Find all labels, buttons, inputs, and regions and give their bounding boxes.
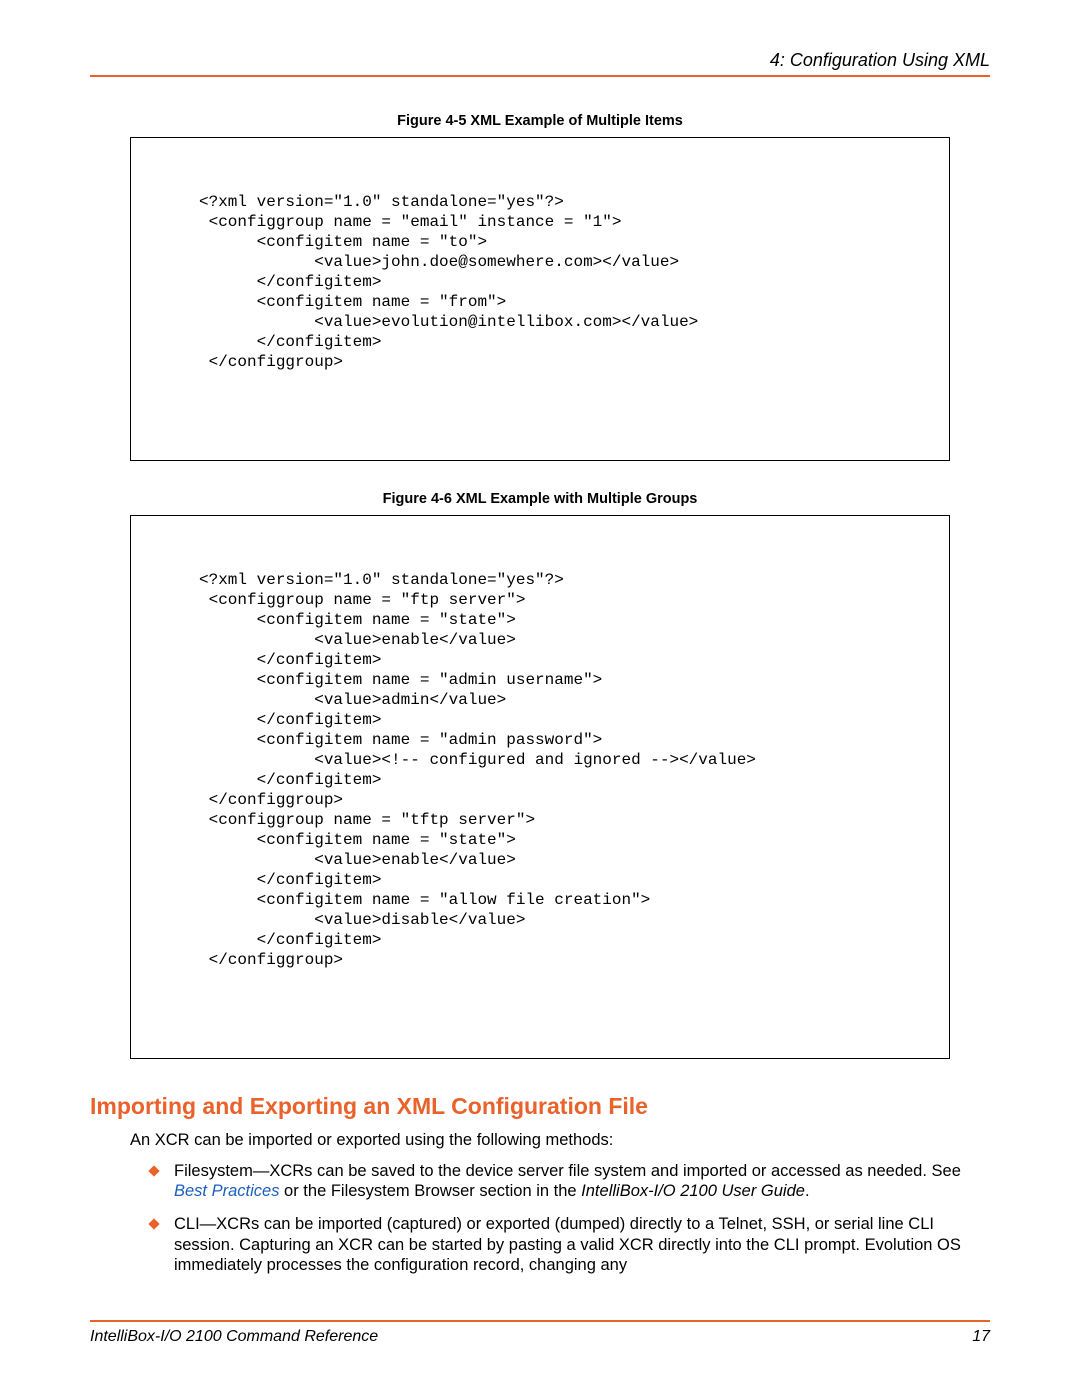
footer-page-number: 17 (972, 1328, 990, 1346)
footer-doc-title: IntelliBox-I/O 2100 Command Reference (90, 1328, 378, 1346)
intro-paragraph: An XCR can be imported or exported using… (130, 1130, 990, 1151)
best-practices-link[interactable]: Best Practices (174, 1182, 279, 1200)
document-page: 4: Configuration Using XML Figure 4-5 XM… (0, 0, 1080, 1386)
bullet2-text: CLI—XCRs can be imported (captured) or e… (174, 1215, 961, 1274)
bullet1-text-b: or the Filesystem Browser section in the (279, 1182, 581, 1200)
list-item: Filesystem—XCRs can be saved to the devi… (150, 1161, 990, 1202)
figure-6-caption: Figure 4-6 XML Example with Multiple Gro… (90, 491, 990, 507)
bullet1-text-c: . (805, 1182, 810, 1200)
methods-list: Filesystem—XCRs can be saved to the devi… (150, 1161, 990, 1276)
section-heading: Importing and Exporting an XML Configura… (90, 1093, 990, 1120)
bullet1-text-a: Filesystem—XCRs can be saved to the devi… (174, 1162, 961, 1180)
list-item: CLI—XCRs can be imported (captured) or e… (150, 1214, 990, 1276)
page-header: 4: Configuration Using XML (90, 50, 990, 77)
figure-6-code-box: <?xml version="1.0" standalone="yes"?> <… (130, 515, 950, 1059)
figure-5-code: <?xml version="1.0" standalone="yes"?> <… (139, 192, 941, 372)
figure-6-code: <?xml version="1.0" standalone="yes"?> <… (139, 570, 941, 970)
figure-5-code-box: <?xml version="1.0" standalone="yes"?> <… (130, 137, 950, 461)
bullet1-em: IntelliBox-I/O 2100 User Guide (581, 1182, 805, 1200)
figure-5-caption: Figure 4-5 XML Example of Multiple Items (90, 113, 990, 129)
page-footer: IntelliBox-I/O 2100 Command Reference 17 (90, 1320, 990, 1346)
chapter-title: 4: Configuration Using XML (90, 50, 990, 71)
